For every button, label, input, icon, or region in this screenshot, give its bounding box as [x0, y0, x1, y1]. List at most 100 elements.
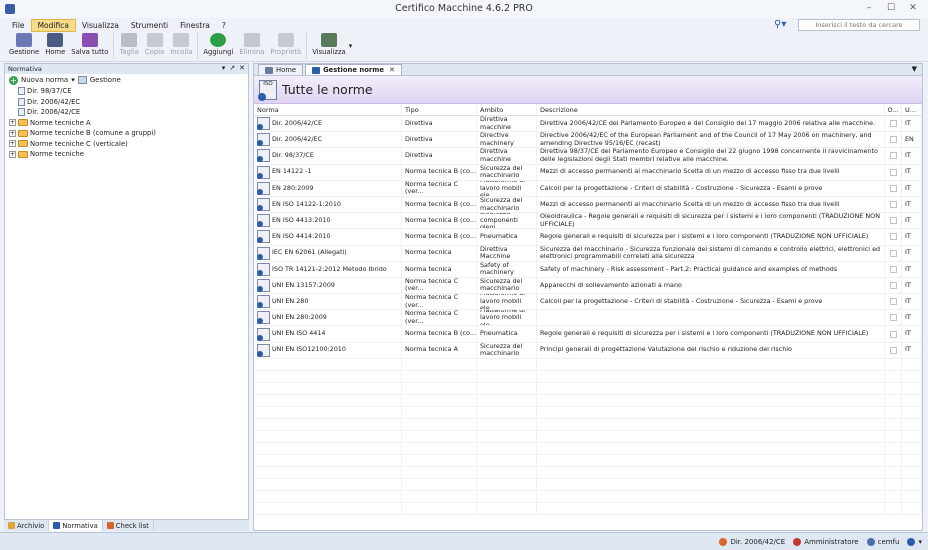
row-checkbox[interactable] [889, 184, 897, 192]
column-header-ambito[interactable]: Ambito [477, 104, 537, 115]
add-button[interactable]: Aggiungi [200, 32, 236, 57]
empty-cell [902, 394, 922, 406]
maximize-icon[interactable]: ☐ [880, 1, 902, 16]
tab-gestione-norme[interactable]: Gestione norme ✕ [305, 64, 402, 75]
table-row[interactable]: Dir. 2006/42/CE Direttiva Direttiva macchi… [254, 116, 922, 133]
norma-text: Dir. 2006/42/EC [272, 135, 323, 144]
pin-icon[interactable]: ↗ [229, 64, 235, 72]
table-row[interactable]: IEC EN 62061 (Allegati) Norma tecnica Dire… [254, 245, 922, 262]
dropdown-icon[interactable]: ▾ [71, 76, 75, 84]
tree-item[interactable]: Dir. 2006/42/CE [9, 107, 248, 118]
menu-visualizza[interactable]: Visualizza [76, 20, 125, 31]
empty-cell [477, 430, 537, 442]
row-checkbox[interactable] [889, 314, 897, 322]
tree-folder[interactable]: + Norme tecniche B (comune a gruppi) [9, 128, 248, 139]
table-row[interactable]: Dir. 98/37/CE Direttiva Direttiva macchine… [254, 148, 922, 165]
tree-folder[interactable]: + Norme tecniche C (verticale) [9, 139, 248, 150]
table-row[interactable]: EN ISO 4414:2010 Norma tecnica B (co... Pn… [254, 229, 922, 246]
copy-button[interactable]: Copia [142, 32, 167, 57]
view-dropdown-icon[interactable]: ▾ [349, 42, 353, 50]
column-header-norma[interactable]: Norma [254, 104, 402, 115]
table-row[interactable]: UNI EN 13157:2009 Norma tecnica C (ver...… [254, 277, 922, 295]
table-row[interactable]: EN 280:2009 Norma tecnica C (ver...Piatta… [254, 180, 922, 197]
column-header-o[interactable]: O... [885, 104, 902, 115]
search-icon[interactable]: ⚲▾ [774, 19, 792, 31]
empty-cell [254, 370, 402, 382]
folder-icon [18, 119, 28, 127]
table-row[interactable]: EN ISO 4413:2010 Norma tecnica B (co...Si… [254, 213, 922, 230]
tree-label: Dir. 98/37/CE [27, 87, 72, 96]
status-connection[interactable]: cemfu [866, 537, 899, 546]
expand-icon[interactable]: + [9, 140, 16, 148]
cell-descrizione: Direttiva 2006/42/CE del Parlamento Euro… [537, 116, 885, 132]
expand-icon[interactable]: + [9, 119, 16, 127]
table-row[interactable]: UNI EN 280 Norma tecnica C (ver...Piattaf… [254, 294, 922, 311]
column-header-tipo[interactable]: Tipo [402, 104, 477, 115]
tabs-dropdown-icon[interactable]: ▼ [912, 65, 917, 73]
view-button[interactable]: Visualizza [309, 32, 348, 57]
row-checkbox[interactable] [889, 330, 897, 338]
tree-folder[interactable]: + Norme tecniche [9, 149, 248, 160]
minimize-icon[interactable]: – [858, 1, 880, 16]
iso-icon [312, 66, 321, 74]
gestione-button[interactable]: Gestione [6, 32, 42, 57]
cell-lingua: IT [902, 277, 922, 294]
row-checkbox[interactable] [889, 120, 897, 128]
menu-help[interactable]: ? [216, 20, 232, 31]
table-row[interactable]: Dir. 2006/42/EC Direttiva Directive machin… [254, 132, 922, 149]
panel-close-icon[interactable]: ✕ [239, 64, 245, 72]
row-checkbox[interactable] [889, 136, 897, 144]
empty-cell [902, 370, 922, 382]
row-checkbox[interactable] [889, 281, 897, 289]
row-checkbox[interactable] [889, 265, 897, 273]
delete-button[interactable]: Elimina [236, 32, 267, 57]
tab-normativa[interactable]: Normativa [49, 520, 103, 531]
properties-icon [277, 33, 294, 47]
status-help[interactable]: ▾ [907, 537, 922, 546]
empty-row [254, 502, 922, 515]
close-icon[interactable]: ✕ [389, 66, 395, 74]
expand-icon[interactable]: + [9, 150, 16, 158]
cut-button[interactable]: Taglia [116, 32, 141, 57]
menu-strumenti[interactable]: Strumenti [125, 20, 174, 31]
paste-button[interactable]: Incolla [167, 32, 195, 57]
column-header-descrizione[interactable]: Descrizione [537, 104, 885, 115]
save-all-button[interactable]: Salva tutto [68, 32, 111, 57]
tab-archivio[interactable]: Archivio [4, 520, 50, 531]
row-checkbox[interactable] [889, 346, 897, 354]
row-checkbox[interactable] [889, 217, 897, 225]
home-button[interactable]: Home [42, 32, 68, 57]
status-user[interactable]: Amministratore [793, 537, 859, 546]
table-row[interactable]: ISO TR 14121-2:2012 Metodo Ibrido Norma t… [254, 261, 922, 278]
column-header-u[interactable]: U... [902, 104, 922, 115]
table-row[interactable]: UNI EN ISO12100:2010 Norma tecnica A Sicur… [254, 342, 922, 359]
status-document[interactable]: Dir. 2006/42/CE [719, 537, 785, 546]
row-checkbox[interactable] [889, 298, 897, 306]
row-checkbox[interactable] [889, 201, 897, 209]
toolbar-label: Aggiungi [203, 48, 234, 56]
row-checkbox[interactable] [889, 233, 897, 241]
close-icon[interactable]: ✕ [902, 1, 924, 16]
manage-button[interactable]: Gestione [90, 76, 121, 84]
row-checkbox[interactable] [889, 152, 897, 160]
new-norm-button[interactable]: Nuova norma [21, 76, 68, 84]
main-toolbar: Gestione Home Salva tutto Taglia Copia Incoll… [0, 32, 928, 62]
table-row[interactable]: EN ISO 14122-1:2010 Norma tecnica B (co..… [254, 196, 922, 214]
menu-file[interactable]: File [6, 20, 31, 31]
table-row[interactable]: EN 14122 -1 Norma tecnica B (co... Sicurez… [254, 164, 922, 181]
menu-finestra[interactable]: Finestra [174, 20, 216, 31]
tree-item[interactable]: Dir. 2006/42/EC [9, 97, 248, 108]
row-checkbox[interactable] [889, 168, 897, 176]
tree-folder[interactable]: + Norme tecniche A [9, 118, 248, 129]
menu-modifica[interactable]: Modifica [30, 18, 76, 32]
expand-icon[interactable]: + [9, 129, 16, 137]
tab-home[interactable]: Home [258, 64, 304, 75]
panel-dropdown-icon[interactable]: ▾ [222, 64, 226, 72]
search-input[interactable] [798, 19, 920, 31]
tab-check-list[interactable]: Check list [103, 520, 154, 531]
table-row[interactable]: UNI EN ISO 4414 Norma tecnica B (co... Pne… [254, 326, 922, 343]
tree-item[interactable]: Dir. 98/37/CE [9, 86, 248, 97]
properties-button[interactable]: Proprietà [267, 32, 304, 57]
row-checkbox[interactable] [889, 249, 897, 257]
table-row[interactable]: UNI EN 280:2009 Norma tecnica C (ver...Pi… [254, 310, 922, 327]
